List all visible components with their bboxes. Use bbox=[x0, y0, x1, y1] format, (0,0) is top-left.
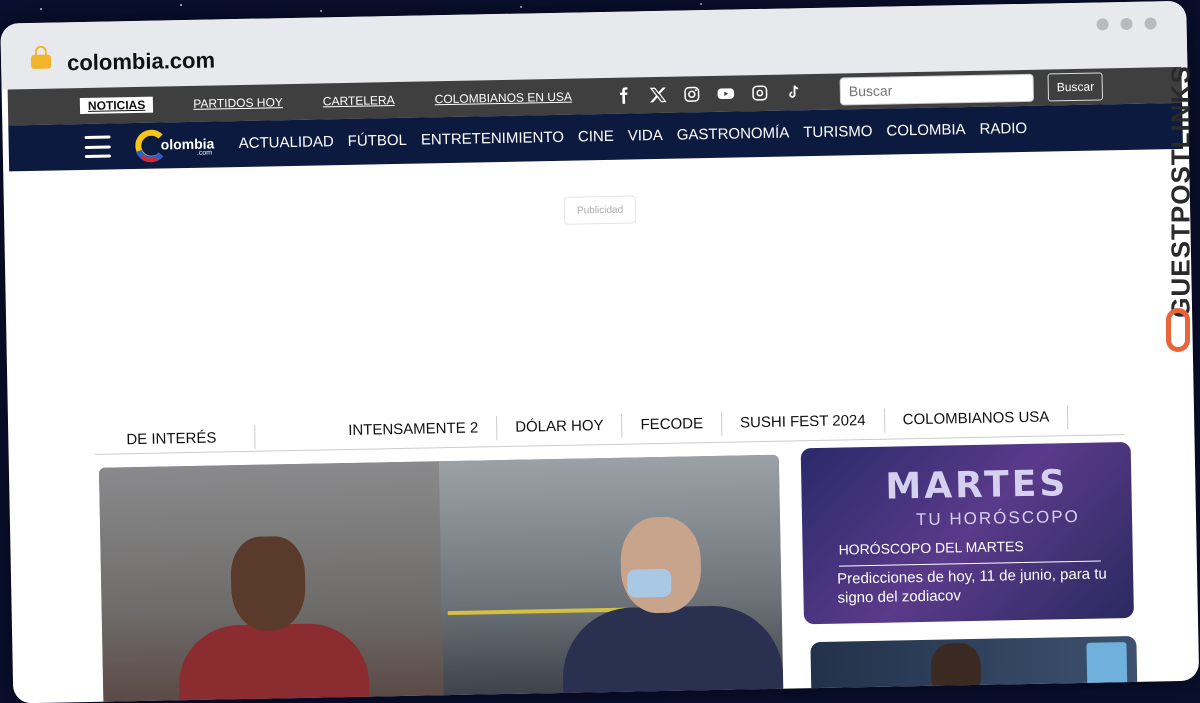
badge-icon bbox=[1086, 642, 1128, 693]
toplink-partidos-hoy[interactable]: PARTIDOS HOY bbox=[193, 95, 283, 111]
nav-item-actualidad[interactable]: ACTUALIDAD bbox=[239, 133, 334, 152]
toplink-colombianos-en-usa[interactable]: COLOMBIANOS EN USA bbox=[434, 90, 572, 107]
hamburger-menu-icon[interactable] bbox=[84, 135, 111, 158]
logo-sub: .com bbox=[196, 149, 213, 157]
nav-item-radio[interactable]: RADIO bbox=[979, 120, 1027, 138]
window-controls bbox=[1096, 17, 1157, 31]
facebook-icon[interactable] bbox=[614, 85, 634, 105]
youtube-icon[interactable] bbox=[716, 83, 736, 103]
tag-fecode[interactable]: FECODE bbox=[622, 411, 723, 438]
sports-card[interactable] bbox=[810, 635, 1138, 703]
browser-window: colombia.com NOTICIAS PARTIDOS HOY CARTE… bbox=[0, 0, 1200, 703]
link-icon bbox=[1166, 308, 1190, 352]
search-button[interactable]: Buscar bbox=[1047, 72, 1104, 102]
card-image-title: MARTES bbox=[885, 463, 1069, 508]
instagram-icon[interactable] bbox=[682, 84, 702, 104]
window-dot-icon[interactable] bbox=[1096, 18, 1109, 31]
social-links bbox=[614, 82, 804, 106]
nav-item-gastronomia[interactable]: GASTRONOMÍA bbox=[677, 124, 790, 143]
watermark: GUESTPOSTLINKS bbox=[1164, 56, 1196, 356]
tag-colombianos-usa[interactable]: COLOMBIANOS USA bbox=[884, 405, 1069, 433]
tag-dolar-hoy[interactable]: DÓLAR HOY bbox=[497, 413, 623, 441]
window-dot-icon[interactable] bbox=[1144, 17, 1157, 30]
nav-links: ACTUALIDAD FÚTBOL ENTRETENIMIENTO CINE V… bbox=[239, 120, 1028, 152]
nav-item-entretenimiento[interactable]: ENTRETENIMIENTO bbox=[421, 129, 564, 149]
toplink-noticias[interactable]: NOTICIAS bbox=[79, 96, 154, 115]
tiktok-icon[interactable] bbox=[784, 82, 804, 102]
nav-item-colombia[interactable]: COLOMBIA bbox=[886, 121, 965, 140]
site-logo[interactable]: olombia .com bbox=[132, 127, 219, 163]
window-dot-icon[interactable] bbox=[1120, 17, 1133, 31]
lock-icon bbox=[30, 54, 52, 69]
main-story-image[interactable] bbox=[98, 454, 784, 703]
tag-sushi-fest-2024[interactable]: SUSHI FEST 2024 bbox=[721, 408, 885, 436]
tag-intensamente-2[interactable]: INTENSAMENTE 2 bbox=[330, 416, 498, 444]
nav-item-vida[interactable]: VIDA bbox=[628, 127, 663, 145]
search-input[interactable] bbox=[839, 73, 1035, 106]
card-headline[interactable]: Predicciones de hoy, 11 de junio, para t… bbox=[837, 564, 1108, 607]
top-links: NOTICIAS PARTIDOS HOY CARTELERA COLOMBIA… bbox=[79, 88, 612, 115]
card-image-subtitle: TU HORÓSCOPO bbox=[915, 506, 1080, 530]
nav-item-futbol[interactable]: FÚTBOL bbox=[348, 132, 408, 150]
tags-heading: DE INTERÉS bbox=[126, 429, 217, 449]
ad-placeholder: Publicidad bbox=[563, 195, 637, 225]
watermark-text: GUESTPOSTLINKS bbox=[1165, 65, 1196, 318]
card-kicker: HORÓSCOPO DEL MARTES bbox=[838, 536, 1101, 567]
nav-item-turismo[interactable]: TURISMO bbox=[803, 123, 872, 141]
threads-icon[interactable] bbox=[750, 83, 770, 103]
nav-item-cine[interactable]: CINE bbox=[578, 128, 614, 146]
toplink-cartelera[interactable]: CARTELERA bbox=[323, 93, 395, 108]
url-text[interactable]: colombia.com bbox=[67, 47, 215, 76]
divider bbox=[254, 424, 256, 449]
horoscope-card[interactable]: MARTES TU HORÓSCOPO HORÓSCOPO DEL MARTES… bbox=[800, 441, 1134, 625]
tag-list: INTENSAMENTE 2 DÓLAR HOY FECODE SUSHI FE… bbox=[330, 405, 1069, 444]
x-icon[interactable] bbox=[648, 85, 668, 105]
